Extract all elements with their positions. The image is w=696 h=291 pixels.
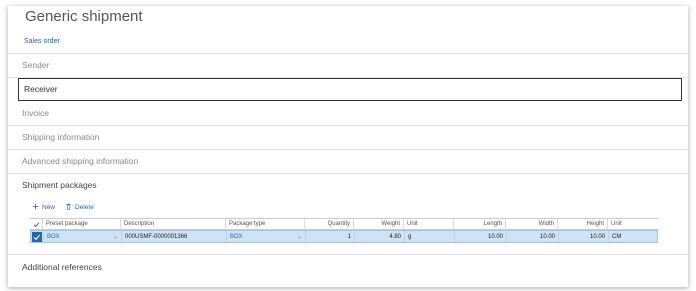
col-quantity[interactable]: Quantity <box>305 219 354 229</box>
section-advanced-shipping-information[interactable]: Advanced shipping information <box>8 150 688 173</box>
delete-button[interactable]: Delete <box>65 203 94 212</box>
preset-package-select[interactable]: BOX ⌄ <box>44 231 122 242</box>
table-row[interactable]: BOX ⌄ 000USMF-0000001366 BOX ⌄ 1 4.80 g … <box>30 230 658 243</box>
section-sender[interactable]: Sender <box>8 54 688 77</box>
width-field[interactable]: 10.00 <box>507 231 559 242</box>
chevron-down-icon: ⌄ <box>112 234 118 240</box>
section-additional-references[interactable]: Additional references <box>8 256 688 279</box>
page-title: Generic shipment <box>25 8 143 25</box>
row-checkbox[interactable] <box>31 231 44 242</box>
checkmark-icon <box>33 234 41 240</box>
package-type-value: BOX <box>230 233 243 240</box>
height-field[interactable]: 10.00 <box>559 231 609 242</box>
col-weight-unit[interactable]: Unit <box>404 219 454 229</box>
quantity-field[interactable]: 1 <box>306 231 355 242</box>
checkmark-icon <box>33 221 39 227</box>
select-all-checkbox[interactable] <box>30 219 43 229</box>
plus-icon <box>32 203 39 212</box>
section-shipping-information[interactable]: Shipping information <box>8 126 688 149</box>
packages-toolbar: New Delete <box>32 203 94 212</box>
col-package-type[interactable]: Package type <box>226 219 305 229</box>
section-receiver[interactable]: Receiver <box>18 78 682 101</box>
new-button[interactable]: New <box>32 203 55 212</box>
description-field[interactable]: 000USMF-0000001366 <box>122 231 227 242</box>
sales-order-link[interactable]: Sales order <box>24 38 60 45</box>
packages-grid: Preset package Description Package type … <box>30 218 658 243</box>
preset-package-value: BOX <box>47 233 60 240</box>
section-shipment-packages[interactable]: Shipment packages <box>8 174 688 197</box>
col-width[interactable]: Width <box>506 219 558 229</box>
col-height[interactable]: Height <box>558 219 608 229</box>
chevron-down-icon: ⌄ <box>296 234 302 240</box>
weight-field[interactable]: 4.80 <box>355 231 405 242</box>
col-description[interactable]: Description <box>121 219 226 229</box>
col-dimension-unit[interactable]: Unit <box>608 219 638 229</box>
package-type-select[interactable]: BOX ⌄ <box>227 231 306 242</box>
weight-unit-field[interactable]: g <box>405 231 455 242</box>
divider <box>8 254 688 255</box>
new-label: New <box>42 204 56 211</box>
grid-header: Preset package Description Package type … <box>30 218 658 230</box>
trash-icon <box>65 203 72 212</box>
delete-label: Delete <box>75 204 94 211</box>
section-invoice[interactable]: Invoice <box>8 102 688 125</box>
length-field[interactable]: 10.00 <box>455 231 507 242</box>
col-length[interactable]: Length <box>454 219 506 229</box>
col-preset-package[interactable]: Preset package <box>43 219 121 229</box>
dimension-unit-field[interactable]: CM <box>609 231 639 242</box>
col-weight[interactable]: Weight <box>354 219 404 229</box>
